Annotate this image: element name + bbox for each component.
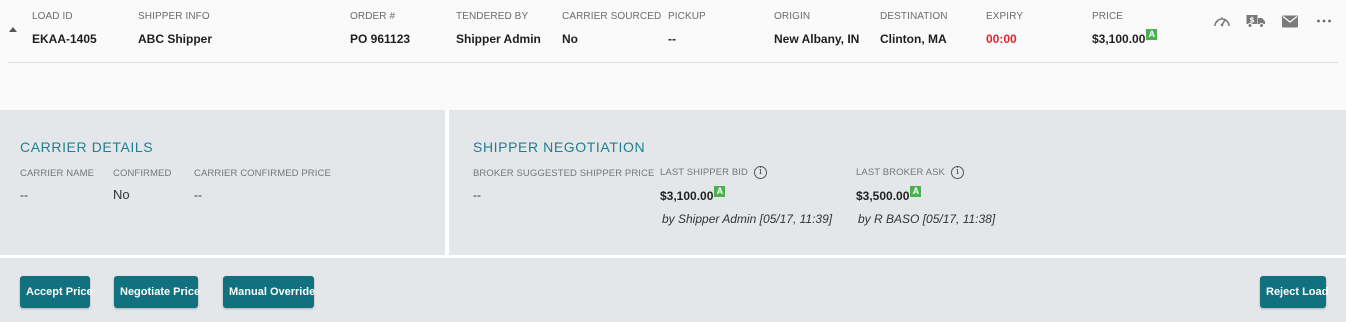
last-shipper-bid-info-icon[interactable]: i [754,166,768,179]
order-header: ORDER # [350,11,396,22]
carrier-sourced-header: CARRIER SOURCED [562,11,662,22]
last-broker-ask-label: LAST BROKER ASK [856,167,945,179]
row-actions: $ [1212,12,1334,30]
reject-load-button[interactable]: Reject Load [1260,276,1328,308]
last-shipper-bid-label: LAST SHIPPER BID [660,167,749,179]
truck-dollar-icon[interactable]: $ [1246,12,1266,30]
confirmed-value: No [113,187,130,202]
destination-header: DESTINATION [880,11,948,22]
origin-header: ORIGIN [774,11,811,22]
price-badge: A [1146,29,1158,40]
action-footer: Accept Price Negotiate Price Manual Over… [0,258,1346,322]
shipper-info-value: ABC Shipper [138,32,213,46]
carrier-name-label: CARRIER NAME [20,168,95,179]
expiry-column: EXPIRY 00:00 [986,11,1023,46]
panel-divider [445,110,449,255]
tendered-by-column: TENDERED BY Shipper Admin [456,11,541,46]
expiry-value: 00:00 [986,32,1017,46]
load-id-value: EKAA-1405 [32,32,97,46]
shipper-info-header: SHIPPER INFO [138,11,210,22]
svg-text:$: $ [1249,16,1254,25]
last-shipper-bid-byline: by Shipper Admin [05/17, 11:39] [662,212,833,226]
confirmed-label: CONFIRMED [113,168,172,179]
destination-column: DESTINATION Clinton, MA [880,11,948,46]
manual-override-button[interactable]: Manual Override [223,276,315,308]
load-id-column: LOAD ID EKAA-1405 [32,11,97,46]
price-header: PRICE [1092,11,1124,22]
broker-suggested-price-label: BROKER SUGGESTED SHIPPER PRICE [473,168,655,179]
expiry-header: EXPIRY [986,11,1024,22]
last-broker-ask-badge: A [910,186,922,197]
last-broker-ask-cell: $3,500.00 A [856,186,922,203]
price-value: $3,100.00 [1092,32,1146,46]
collapse-caret-icon[interactable] [9,27,17,32]
order-value: PO 961123 [350,32,411,46]
last-shipper-bid-cell: $3,100.00 A [660,186,726,203]
carrier-sourced-value: No [562,32,578,46]
shipper-info-column: SHIPPER INFO ABC Shipper [138,11,212,46]
last-broker-ask-label-row: LAST BROKER ASK i [856,166,964,179]
price-column: PRICE $3,100.00 A [1092,11,1158,46]
tendered-by-value: Shipper Admin [456,32,541,46]
details-panels: CARRIER DETAILS CARRIER NAME -- CONFIRME… [0,110,1346,255]
last-broker-ask-info-icon[interactable]: i [950,166,964,179]
last-broker-ask-byline: by R BASO [05/17, 11:38] [858,212,996,226]
origin-value: New Albany, IN [774,32,860,46]
tendered-by-header: TENDERED BY [456,11,529,22]
envelope-icon[interactable] [1280,12,1300,30]
negotiate-price-button[interactable]: Negotiate Price [114,276,200,308]
broker-suggested-price-value: -- [473,188,481,202]
carrier-sourced-column: CARRIER SOURCED No [562,11,661,46]
carrier-confirmed-price-label: CARRIER CONFIRMED PRICE [194,168,331,179]
carrier-confirmed-price-value: -- [194,188,202,202]
last-shipper-bid-value: $3,100.00 [660,189,714,203]
shipper-negotiation-title: SHIPPER NEGOTIATION [473,139,646,155]
load-id-header: LOAD ID [32,11,73,22]
load-row: LOAD ID EKAA-1405 SHIPPER INFO ABC Shipp… [0,0,1346,110]
last-shipper-bid-label-row: LAST SHIPPER BID i [660,166,768,179]
order-column: ORDER # PO 961123 [350,11,410,46]
destination-value: Clinton, MA [880,32,947,46]
pickup-value: -- [668,32,676,46]
origin-column: ORIGIN New Albany, IN [774,11,859,46]
last-shipper-bid-badge: A [714,186,726,197]
pickup-header: PICKUP [668,11,706,22]
carrier-details-title: CARRIER DETAILS [20,139,154,155]
pickup-column: PICKUP -- [668,11,706,46]
price-cell: $3,100.00 A [1092,29,1158,46]
last-broker-ask-value: $3,500.00 [856,189,910,203]
carrier-name-value: -- [20,188,28,202]
more-horizontal-icon[interactable] [1314,12,1334,30]
speedometer-icon[interactable] [1212,12,1232,30]
row-divider [8,62,1338,63]
accept-price-button[interactable]: Accept Price [20,276,93,308]
